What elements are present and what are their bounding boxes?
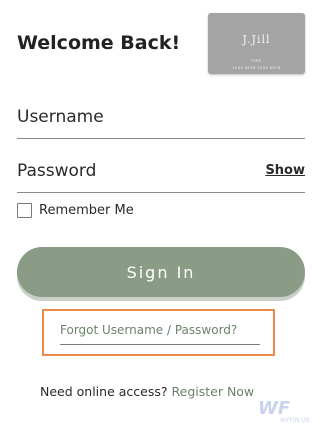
remember-me-checkbox[interactable] [17,203,32,218]
register-prompt: Need online access? [40,384,168,399]
watermark-subtext: WYFIN.US [280,417,310,424]
watermark-text: WF [258,398,291,419]
username-underline [17,138,305,139]
watermark-logo: WF WYFIN.US [258,398,310,424]
register-row: Need online access? Register Now [40,384,254,399]
credit-card-image: J.Jill FIRS 1234 5678 1234 5678 [208,13,305,74]
forgot-underline [60,344,260,345]
register-now-link[interactable]: Register Now [172,384,255,399]
page-title: Welcome Back! [17,32,181,54]
forgot-credentials-link[interactable]: Forgot Username / Password? [60,323,237,337]
remember-me-label: Remember Me [39,203,134,218]
card-brand: J.Jill [242,33,271,46]
sign-in-button[interactable]: Sign In [17,247,305,297]
password-underline [17,192,305,193]
remember-me-row[interactable]: Remember Me [17,203,134,218]
card-number: 1234 5678 1234 5678 [232,65,281,70]
password-field[interactable]: Password [17,161,96,181]
card-holder: FIRS [251,59,262,63]
username-field[interactable]: Username [17,107,104,127]
show-password-link[interactable]: Show [265,163,305,178]
